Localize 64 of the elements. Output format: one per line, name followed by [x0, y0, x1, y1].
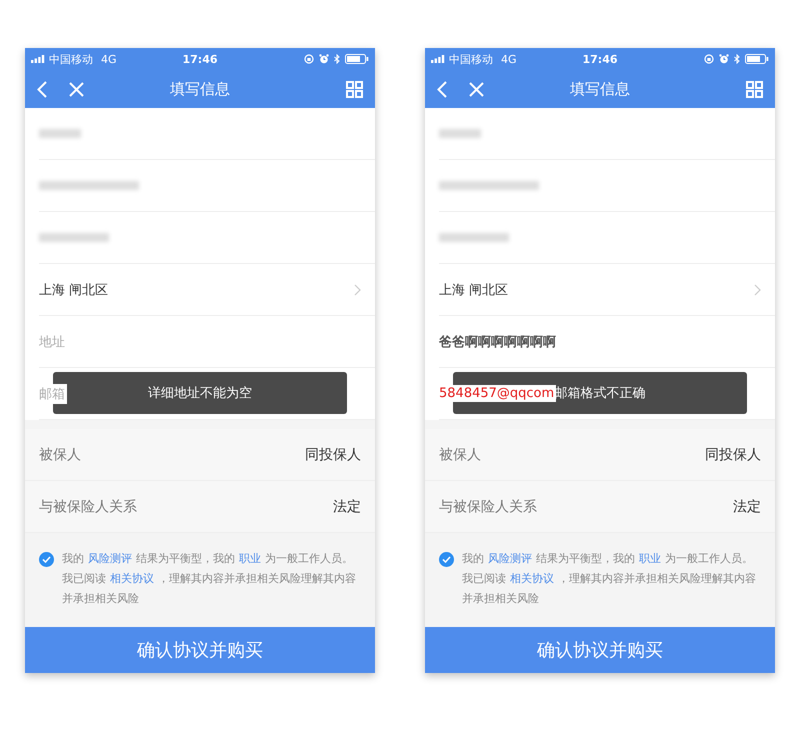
agreement-link[interactable]: 相关协议 — [110, 572, 154, 585]
signal-icon — [431, 55, 445, 63]
chevron-right-icon — [754, 284, 761, 296]
detail-row[interactable]: 与被保险人关系 法定 — [425, 481, 775, 533]
detail-row[interactable]: 被保人 同投保人 — [25, 429, 375, 481]
rotation-lock-icon — [704, 54, 714, 64]
network-type: 4G — [501, 52, 517, 66]
region-value: 上海 闸北区 — [439, 282, 508, 298]
detail-value: 同投保人 — [705, 446, 761, 464]
form-field[interactable]: 地址 — [39, 316, 375, 368]
chevron-right-icon — [354, 284, 361, 296]
detail-row[interactable]: 被保人 同投保人 — [425, 429, 775, 481]
checkmark-icon — [442, 556, 451, 563]
agreement-text: 我的 风险测评 结果为平衡型，我的 职业 为一般工作人员。 我已阅读 相关协议 ，理解其内容并承担相关风险理解其内容并承担相关风险 — [62, 551, 357, 607]
back-button[interactable] — [437, 80, 447, 98]
agreement-link[interactable]: 相关协议 — [510, 572, 554, 585]
form-field[interactable]: 上海 闸北区 — [39, 264, 375, 316]
detail-value: 同投保人 — [305, 446, 361, 464]
alarm-clock-icon — [719, 54, 729, 64]
agreement-link[interactable]: 风险测评 — [88, 552, 132, 565]
battery-icon — [745, 54, 769, 64]
agree-checkbox[interactable] — [439, 552, 454, 567]
detail-row[interactable]: 与被保险人关系 法定 — [25, 481, 375, 533]
bluetooth-icon — [734, 54, 740, 64]
close-button[interactable] — [469, 82, 484, 96]
clock-time: 17:46 — [582, 52, 618, 66]
detail-value: 法定 — [733, 498, 761, 516]
alarm-clock-icon — [319, 54, 329, 64]
agreement-link[interactable]: 职业 — [239, 552, 261, 565]
page-title: 填写信息 — [570, 80, 630, 98]
detail-label: 与被保险人关系 — [39, 498, 137, 516]
detail-value: 法定 — [333, 498, 361, 516]
detail-label: 被保人 — [439, 446, 481, 464]
blurred-text — [439, 129, 481, 138]
blurred-text — [39, 233, 109, 242]
grid-menu-button[interactable] — [746, 80, 763, 98]
network-type: 4G — [101, 52, 117, 66]
page-title: 填写信息 — [170, 80, 230, 98]
form-field[interactable]: 爸爸啊啊啊啊啊啊啊 — [439, 316, 775, 368]
carrier-name: 中国移动 — [49, 52, 93, 66]
agreement-link[interactable]: 风险测评 — [488, 552, 532, 565]
rotation-lock-icon — [304, 54, 314, 64]
close-button[interactable] — [69, 82, 84, 96]
detail-label: 被保人 — [39, 446, 81, 464]
bluetooth-icon — [334, 54, 340, 64]
input-placeholder: 邮箱 — [39, 384, 67, 404]
detail-label: 与被保险人关系 — [439, 498, 537, 516]
agreement-text: 我的 风险测评 结果为平衡型，我的 职业 为一般工作人员。 我已阅读 相关协议 ，理解其内容并承担相关风险理解其内容并承担相关风险 — [462, 551, 757, 607]
checkmark-icon — [42, 556, 51, 563]
agree-checkbox[interactable] — [39, 552, 54, 567]
signal-icon — [31, 55, 45, 63]
form-field[interactable]: 上海 闸北区 — [439, 264, 775, 316]
clock-time: 17:46 — [182, 52, 218, 66]
confirm-purchase-button[interactable]: 确认协议并购买 — [25, 627, 375, 673]
blurred-text — [439, 233, 509, 242]
battery-icon — [345, 54, 369, 64]
input-value: 5848457@qqcom — [439, 385, 556, 402]
agreement-link[interactable]: 职业 — [639, 552, 661, 565]
blurred-text — [39, 129, 81, 138]
confirm-purchase-button[interactable]: 确认协议并购买 — [425, 627, 775, 673]
grid-menu-button[interactable] — [346, 80, 363, 98]
back-button[interactable] — [37, 80, 47, 98]
region-value: 上海 闸北区 — [39, 282, 108, 298]
carrier-name: 中国移动 — [449, 52, 493, 66]
